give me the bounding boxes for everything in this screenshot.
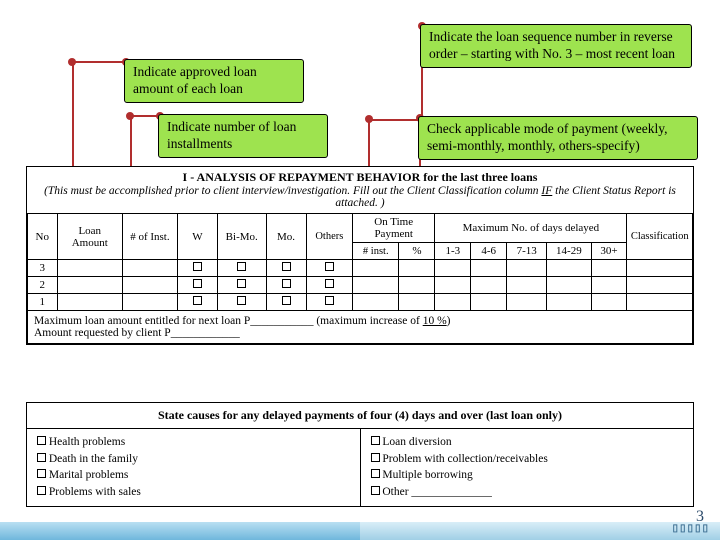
checkbox-icon[interactable] (37, 436, 46, 445)
checkbox-icon[interactable] (325, 262, 334, 271)
checkbox-icon[interactable] (237, 262, 246, 271)
footer-row: Maximum loan amount entitled for next lo… (28, 311, 693, 344)
cause-item: Death in the family (49, 453, 138, 465)
checkbox-icon[interactable] (325, 279, 334, 288)
callout-approved-amount: Indicate approved loan amount of each lo… (124, 59, 304, 103)
checkbox-icon[interactable] (193, 279, 202, 288)
col-others: Others (306, 214, 352, 260)
callout-dot (365, 115, 373, 123)
col-max-delay: Maximum No. of days delayed (435, 214, 627, 243)
col-on-time: On Time Payment (353, 214, 435, 243)
col-4-6: 4-6 (471, 243, 507, 260)
callout-loan-sequence: Indicate the loan sequence number in rev… (420, 24, 692, 68)
checkbox-icon[interactable] (193, 262, 202, 271)
cause-item: Problems with sales (49, 486, 141, 498)
checkbox-icon[interactable] (237, 296, 246, 305)
section-title: I - ANALYSIS OF REPAYMENT BEHAVIOR for t… (27, 167, 693, 185)
col-bimo: Bi-Mo. (217, 214, 266, 260)
checkbox-icon[interactable] (371, 486, 380, 495)
col-loan-amount: Loan Amount (57, 214, 122, 260)
section-subtitle: (This must be accomplished prior to clie… (27, 185, 693, 213)
cause-item: Loan diversion (382, 436, 451, 448)
causes-title: State causes for any delayed payments of… (27, 403, 693, 429)
checkbox-icon[interactable] (237, 279, 246, 288)
callout-mode-of-payment: Check applicable mode of payment (weekly… (418, 116, 698, 160)
cause-item: Problem with collection/receivables (382, 453, 547, 465)
checkbox-icon[interactable] (282, 279, 291, 288)
cause-item: Other ______________ (382, 486, 492, 498)
logo-icon: ▯▯▯▯▯ (672, 523, 710, 534)
col-7-13: 7-13 (507, 243, 547, 260)
col-n-inst: # inst. (353, 243, 399, 260)
col-30p: 30+ (591, 243, 627, 260)
checkbox-icon[interactable] (37, 486, 46, 495)
table-row: 1 (28, 294, 693, 311)
cause-item: Marital problems (49, 469, 129, 481)
cause-item: Multiple borrowing (382, 469, 472, 481)
col-no: No (28, 214, 58, 260)
col-classification: Classification (627, 214, 693, 260)
checkbox-icon[interactable] (193, 296, 202, 305)
checkbox-icon[interactable] (371, 436, 380, 445)
checkbox-icon[interactable] (282, 262, 291, 271)
table-row: 3 (28, 260, 693, 277)
checkbox-icon[interactable] (371, 469, 380, 478)
causes-left: Health problems Death in the family Mari… (27, 429, 361, 506)
checkbox-icon[interactable] (282, 296, 291, 305)
checkbox-icon[interactable] (325, 296, 334, 305)
causes-right: Loan diversion Problem with collection/r… (361, 429, 694, 506)
callout-installments: Indicate number of loan installments (158, 114, 328, 158)
causes-table: State causes for any delayed payments of… (26, 402, 694, 507)
table-row: 2 (28, 277, 693, 294)
col-of-inst: # of Inst. (122, 214, 177, 260)
col-pct: % (399, 243, 435, 260)
cause-item: Health problems (49, 436, 125, 448)
col-mo: Mo. (266, 214, 306, 260)
checkbox-icon[interactable] (37, 469, 46, 478)
col-w: W (177, 214, 217, 260)
callout-dot (126, 112, 134, 120)
repayment-analysis-table: I - ANALYSIS OF REPAYMENT BEHAVIOR for t… (26, 166, 694, 345)
checkbox-icon[interactable] (371, 453, 380, 462)
col-14-29: 14-29 (547, 243, 591, 260)
footer-bar (0, 522, 720, 540)
callout-dot (68, 58, 76, 66)
col-1-3: 1-3 (435, 243, 471, 260)
checkbox-icon[interactable] (37, 453, 46, 462)
